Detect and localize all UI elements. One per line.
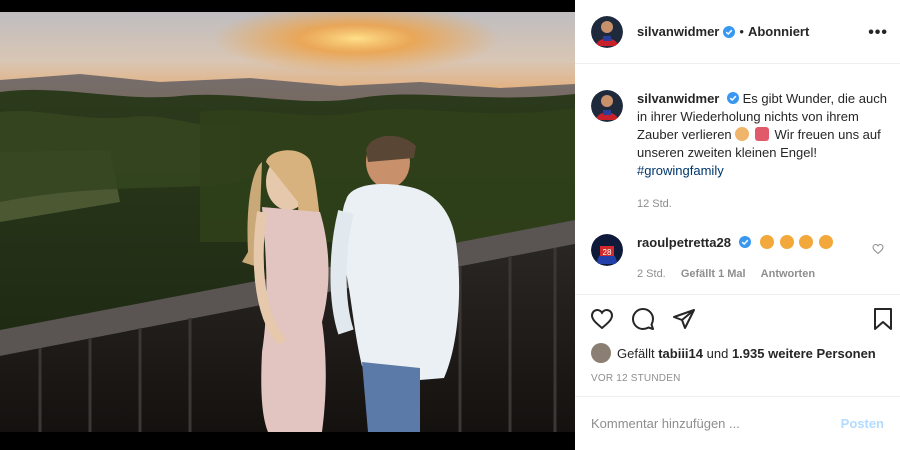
avatar-image: 28 <box>591 234 623 266</box>
verified-badge-icon <box>723 25 736 38</box>
likes-prefix: Gefällt <box>617 345 655 361</box>
post-header: silvanwidmer • Abonniert ••• <box>575 0 900 64</box>
verified-badge-icon <box>738 236 751 248</box>
comment-like-heart-icon[interactable] <box>872 243 884 255</box>
post-panel: silvanwidmer • Abonniert ••• silvanwidme… <box>575 0 900 450</box>
action-bar <box>575 294 900 344</box>
liker-username[interactable]: tabiii14 <box>658 346 703 361</box>
comment-item: 28 raoulpetretta28 <box>591 234 891 266</box>
photo-illustration <box>0 12 575 432</box>
heart-eyes-emoji-icon <box>760 235 775 249</box>
heart-eyes-emoji-icon <box>779 235 794 249</box>
liker-avatar[interactable] <box>591 343 611 363</box>
like-heart-icon[interactable] <box>589 307 615 331</box>
avatar-image <box>591 15 623 48</box>
commenter-username[interactable]: raoulpetretta28 <box>637 235 731 250</box>
commenter-avatar[interactable]: 28 <box>591 234 623 266</box>
svg-text:28: 28 <box>603 248 612 257</box>
post-timestamp[interactable]: VOR 12 STUNDEN <box>591 373 681 384</box>
post-photo-area <box>0 0 575 450</box>
comment-text: raoulpetretta28 <box>637 234 835 266</box>
author-avatar[interactable] <box>591 15 623 48</box>
comment-time: 2 Std. <box>637 268 666 280</box>
likes-connector: und <box>706 345 729 361</box>
comment-likes[interactable]: Gefällt 1 Mal <box>681 268 746 280</box>
add-comment-bar: Kommentar hinzufügen ... Posten <box>575 396 900 450</box>
save-bookmark-icon[interactable] <box>872 307 894 331</box>
post-caption: silvanwidmer Es gibt Wunder, die auch in… <box>591 90 891 180</box>
caption-avatar[interactable] <box>591 90 623 122</box>
comment-meta: 2 Std. Gefällt 1 Mal Antworten <box>637 268 827 280</box>
baby-emoji-icon <box>735 127 750 141</box>
add-comment-input[interactable]: Kommentar hinzufügen ... <box>591 416 740 431</box>
comment-bubble-icon[interactable] <box>630 307 656 331</box>
reply-button[interactable]: Antworten <box>761 268 815 280</box>
author-username[interactable]: silvanwidmer <box>637 24 719 39</box>
post-comment-button[interactable]: Posten <box>841 416 884 431</box>
heart-eyes-emoji-icon <box>799 235 814 249</box>
post-photo[interactable] <box>0 12 575 432</box>
likes-summary: Gefällt tabiii14 und 1.935 weitere Perso… <box>591 343 876 363</box>
heart-eyes-emoji-icon <box>819 235 834 249</box>
share-send-icon[interactable] <box>671 307 697 331</box>
family-emoji-icon <box>754 127 769 141</box>
likes-count-link[interactable]: 1.935 weitere Personen <box>732 346 876 361</box>
separator-dot: • <box>739 24 744 39</box>
caption-time: 12 Std. <box>637 198 672 210</box>
hashtag-link[interactable]: #growingfamily <box>637 163 724 178</box>
caption-username[interactable]: silvanwidmer <box>637 91 719 106</box>
avatar-image <box>591 90 623 122</box>
more-options-icon[interactable]: ••• <box>868 24 888 42</box>
caption-text: silvanwidmer Es gibt Wunder, die auch in… <box>637 90 887 180</box>
follow-status-button[interactable]: Abonniert <box>748 24 809 39</box>
verified-badge-icon <box>727 92 739 104</box>
